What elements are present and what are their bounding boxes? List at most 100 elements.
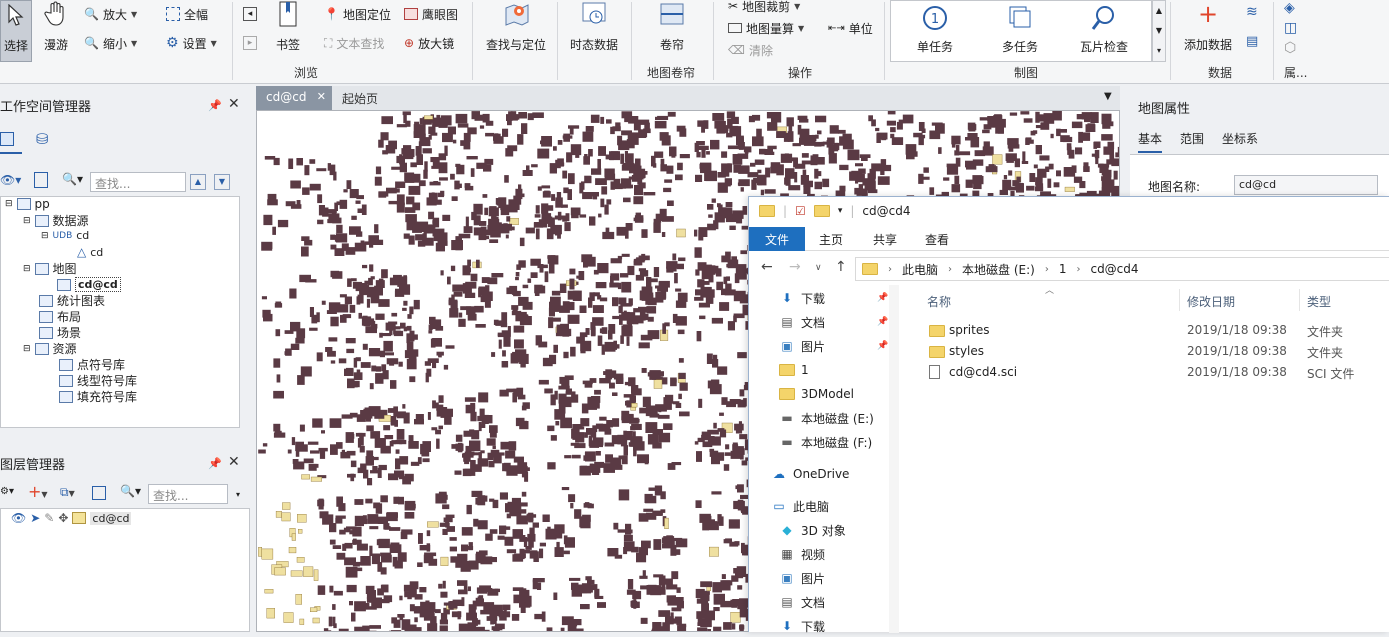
add-data-button[interactable]: + 添加数据 xyxy=(1178,0,1238,53)
package-icon[interactable]: ⬡ xyxy=(1284,40,1296,56)
file-row[interactable]: sprites2019/1/18 09:38文件夹 xyxy=(929,321,1389,341)
workspace-search-input[interactable]: 查找... xyxy=(90,172,186,192)
tile-check-button[interactable]: 瓦片检查 xyxy=(1072,4,1136,55)
nav-item[interactable]: ▤文档 xyxy=(779,591,825,613)
view-options-icon[interactable]: 👁▾ xyxy=(0,173,21,187)
next-view-button[interactable]: ▸ xyxy=(243,33,257,53)
find-locate-button[interactable]: 查找与定位 xyxy=(480,0,552,53)
breadcrumb-this-pc[interactable]: 此电脑 xyxy=(902,261,938,278)
tab-basic[interactable]: 基本 xyxy=(1138,130,1162,153)
nav-back-button[interactable]: ← xyxy=(761,259,773,275)
close-icon[interactable]: ✕ xyxy=(228,96,240,112)
properties-icon[interactable] xyxy=(34,172,48,188)
close-icon[interactable]: ✕ xyxy=(228,454,240,470)
tab-view[interactable]: 查看 xyxy=(915,227,959,251)
tab-map-cd[interactable]: cd@cd ✕ xyxy=(256,86,332,110)
tree-view-tab[interactable] xyxy=(0,126,22,154)
tree-maps[interactable]: ⊟地图 xyxy=(23,260,77,277)
gallery-scroll[interactable]: ▲▼▾ xyxy=(1152,0,1166,62)
map-locate-button[interactable]: 📍地图定位 xyxy=(324,4,391,24)
close-icon[interactable]: ✕ xyxy=(317,90,326,103)
tab-share[interactable]: 共享 xyxy=(863,227,907,251)
tab-home[interactable]: 主页 xyxy=(809,227,853,251)
layers-stack-icon[interactable]: ≋ xyxy=(1246,4,1258,20)
tree-point-symbols[interactable]: 点符号库 xyxy=(59,356,125,373)
column-modified[interactable]: 修改日期 xyxy=(1187,293,1235,310)
column-name[interactable]: 名称 xyxy=(927,293,951,310)
database-view-tab[interactable]: ⛁ xyxy=(36,130,49,148)
nav-item[interactable]: ▦视频 xyxy=(779,543,825,565)
text-find-button[interactable]: ⛶文本查找 xyxy=(324,33,384,53)
address-bar[interactable]: › 此电脑 › 本地磁盘 (E:) › 1 › cd@cd4 xyxy=(855,257,1389,281)
select-button[interactable]: 选择 xyxy=(0,0,32,62)
breadcrumb-current[interactable]: cd@cd4 xyxy=(1090,262,1138,276)
layer-group-icon[interactable]: ⧉▼ xyxy=(60,485,75,500)
nav-forward-button[interactable]: → xyxy=(789,259,801,275)
file-row[interactable]: cd@cd4.sci2019/1/18 09:38SCI 文件 xyxy=(929,363,1389,383)
tab-file[interactable]: 文件 xyxy=(749,227,805,251)
tab-coordinate-system[interactable]: 坐标系 xyxy=(1222,130,1258,147)
editable-icon[interactable]: ✎ xyxy=(44,511,54,525)
tab-extent[interactable]: 范围 xyxy=(1180,130,1204,147)
eagle-eye-button[interactable]: 鹰眼图 xyxy=(404,4,458,24)
tree-layouts[interactable]: 布局 xyxy=(39,308,81,325)
nav-item[interactable]: ⬇下载📌 xyxy=(779,287,825,309)
map-clip-button[interactable]: ✂地图裁剪▼ xyxy=(728,0,800,16)
clear-button[interactable]: ⌫清除 xyxy=(728,40,773,60)
search-icon[interactable]: 🔍▾ xyxy=(62,172,83,186)
tree-map-cd[interactable]: cd@cd xyxy=(57,277,121,292)
tree-resources[interactable]: ⊟资源 xyxy=(23,340,77,357)
temporal-data-button[interactable]: 时态数据 xyxy=(564,0,624,53)
search-down-button[interactable]: ▼ xyxy=(214,174,230,190)
layer-search-input[interactable]: 查找... xyxy=(148,484,228,504)
tree-dataset-cd[interactable]: △cd xyxy=(77,245,103,259)
nav-item[interactable]: ☁OneDrive xyxy=(771,463,849,485)
tab-list-dropdown[interactable]: ▼ xyxy=(1104,91,1112,102)
unit-button[interactable]: ⇤⇥单位 xyxy=(828,18,873,38)
layer-props-icon[interactable] xyxy=(92,486,106,500)
quick-access-dropdown[interactable]: ▾ xyxy=(838,206,843,216)
column-type[interactable]: 类型 xyxy=(1307,293,1331,310)
zoom-in-button[interactable]: 🔍放大▼ xyxy=(84,4,137,24)
library-icon[interactable]: ▤ xyxy=(1246,34,1258,49)
search-up-button[interactable]: ▲ xyxy=(190,174,206,190)
visible-eye-icon[interactable]: 👁 xyxy=(11,511,26,525)
properties-check-icon[interactable]: ☑ xyxy=(795,204,806,218)
nav-item[interactable]: ▭此电脑 xyxy=(771,495,829,517)
swipe-button[interactable]: 卷帘 xyxy=(650,0,694,53)
tree-datasources[interactable]: ⊟数据源 xyxy=(23,212,89,229)
pin-icon[interactable]: 📌 xyxy=(208,99,222,112)
prev-view-button[interactable]: ◂ xyxy=(243,4,257,24)
settings-button[interactable]: ⚙设置▼ xyxy=(166,33,217,53)
pin-icon[interactable]: 📌 xyxy=(877,293,888,303)
nav-item[interactable]: ⬇下载 xyxy=(779,615,825,637)
nav-item[interactable]: ◆3D 对象 xyxy=(779,519,846,541)
map-measure-button[interactable]: 地图量算▼ xyxy=(728,18,804,38)
new-folder-icon[interactable] xyxy=(814,205,830,217)
nav-item[interactable]: ▣图片 xyxy=(779,567,825,589)
pan-button[interactable]: 漫游 xyxy=(38,0,74,53)
bookmark-button[interactable]: 书签 xyxy=(270,0,306,53)
magnifier-button[interactable]: ⊕放大镜 xyxy=(404,33,454,53)
tree-datasource-cd[interactable]: ⊟UDBcd xyxy=(41,229,89,242)
book-icon[interactable]: ◫ xyxy=(1284,20,1297,36)
full-extent-button[interactable]: 全幅 xyxy=(166,4,208,24)
tree-line-symbols[interactable]: 线型符号库 xyxy=(59,372,137,389)
layer-toolbar-more[interactable]: ▾ xyxy=(236,490,240,499)
single-task-button[interactable]: 1 单任务 xyxy=(905,4,965,55)
tree-charts[interactable]: 统计图表 xyxy=(39,292,105,309)
nav-up-button[interactable]: ↑ xyxy=(835,259,847,275)
tree-scenes[interactable]: 场景 xyxy=(39,324,81,341)
add-layer-icon[interactable]: +▼ xyxy=(28,482,48,501)
breadcrumb-drive-e[interactable]: 本地磁盘 (E:) xyxy=(962,261,1035,278)
layer-options-icon[interactable]: ⚙▾ xyxy=(0,486,14,497)
tab-start-page[interactable]: 起始页 xyxy=(342,90,378,107)
multi-task-button[interactable]: 多任务 xyxy=(990,4,1050,55)
map-name-field[interactable]: cd@cd xyxy=(1234,175,1378,195)
recent-locations-dropdown[interactable]: ∨ xyxy=(815,263,822,273)
search-icon[interactable]: 🔍▾ xyxy=(120,484,141,498)
tree-root[interactable]: ⊟pp xyxy=(5,197,50,211)
zoom-out-button[interactable]: 🔍缩小▼ xyxy=(84,33,137,53)
layer-row[interactable]: 👁 ➤ ✎ ✥ cd@cd xyxy=(11,511,131,525)
pin-icon[interactable]: 📌 xyxy=(208,457,222,470)
